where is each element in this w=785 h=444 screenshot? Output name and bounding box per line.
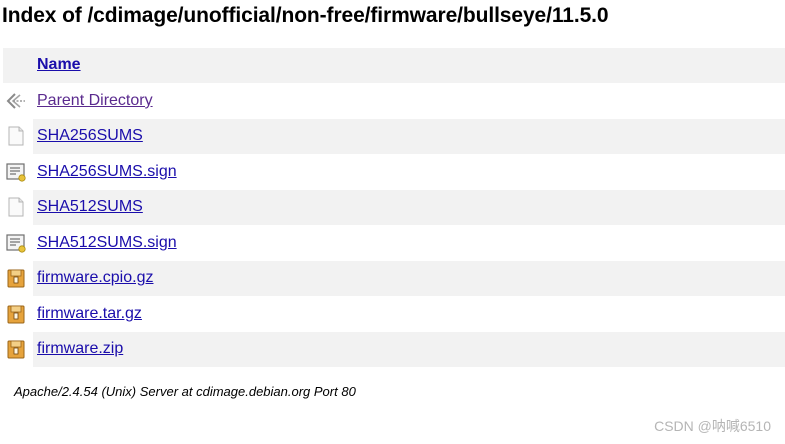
parent-directory-link[interactable]: Parent Directory: [37, 92, 153, 109]
table-row: SHA256SUMS: [3, 119, 785, 154]
sort-by-name-link[interactable]: Name: [37, 56, 81, 73]
table-row: firmware.tar.gz: [3, 296, 785, 331]
table-row: SHA256SUMS.sign: [3, 154, 785, 189]
watermark: CSDN @呐喊6510: [654, 418, 771, 434]
file-link[interactable]: SHA256SUMS.sign: [37, 163, 177, 180]
text-file-icon: [8, 126, 24, 146]
file-link[interactable]: firmware.cpio.gz: [37, 269, 153, 286]
file-link[interactable]: firmware.zip: [37, 340, 123, 357]
text-file-icon: [8, 197, 24, 217]
table-header-row: Name: [3, 48, 785, 83]
table-row: firmware.zip: [3, 332, 785, 367]
file-link[interactable]: SHA256SUMS: [37, 127, 143, 144]
back-arrow-icon: [6, 93, 25, 109]
archive-file-icon: [7, 305, 25, 324]
file-listing-table: Name Parent Directory SHA256SUMS SHA256S…: [3, 47, 785, 368]
table-row: SHA512SUMS.sign: [3, 225, 785, 260]
file-link[interactable]: firmware.tar.gz: [37, 305, 142, 322]
signature-file-icon: [6, 163, 26, 182]
table-row: Parent Directory: [3, 83, 785, 118]
archive-file-icon: [7, 340, 25, 359]
header-name-cell: Name: [33, 48, 785, 83]
file-link[interactable]: SHA512SUMS.sign: [37, 234, 177, 251]
signature-file-icon: [6, 234, 26, 253]
archive-file-icon: [7, 269, 25, 288]
table-row: firmware.cpio.gz: [3, 261, 785, 296]
table-row: SHA512SUMS: [3, 190, 785, 225]
page-title: Index of /cdimage/unofficial/non-free/fi…: [2, 4, 609, 27]
file-link[interactable]: SHA512SUMS: [37, 198, 143, 215]
server-signature: Apache/2.4.54 (Unix) Server at cdimage.d…: [14, 384, 356, 399]
header-icon-cell: [3, 48, 33, 83]
